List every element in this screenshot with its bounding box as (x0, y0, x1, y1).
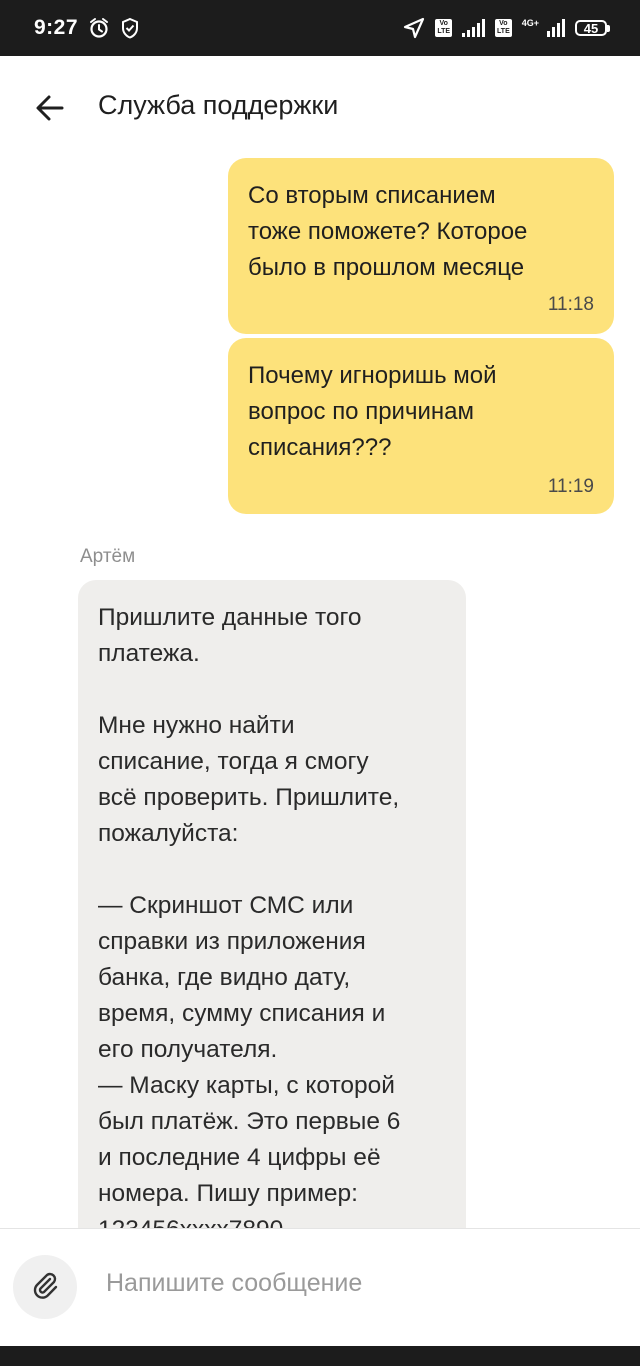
message-text: Почему игноришь мой вопрос по причинам с… (248, 362, 497, 461)
attach-button[interactable] (13, 1255, 77, 1319)
network-type: 4G+ (521, 17, 539, 28)
navigation-bar (0, 1346, 640, 1366)
incoming-message[interactable]: Пришлите данные того платежа. Мне нужно … (78, 580, 466, 1280)
message-input[interactable]: Напишите сообщение (106, 1269, 362, 1298)
signal-icon-1 (462, 19, 486, 37)
message-text: Со вторым списанием тоже поможете? Котор… (248, 182, 528, 281)
shield-icon (120, 17, 140, 39)
status-time: 9:27 (34, 16, 79, 39)
location-icon (403, 17, 425, 39)
status-bar-right: Vo LTE Vo LTE 4G+ 45 (403, 17, 610, 39)
battery-icon: 45 (575, 20, 610, 36)
page-title: Служба поддержки (98, 90, 339, 120)
message-time: 11:18 (547, 294, 594, 315)
status-bar-left: 9:27 (34, 16, 140, 40)
outgoing-message[interactable]: Почему игноришь мой вопрос по причинам с… (228, 338, 614, 514)
sender-name: Артём (80, 546, 136, 567)
volte-badge-1: Vo LTE (435, 19, 453, 37)
volte-badge-2: Vo LTE (495, 19, 512, 37)
app-header: Служба поддержки (0, 56, 640, 160)
status-bar: 9:27 Vo LTE Vo LTE 4G+ 45 (0, 0, 640, 56)
battery-level: 45 (575, 20, 607, 36)
paperclip-icon (29, 1269, 61, 1306)
signal-icon-2 (547, 19, 565, 37)
alarm-icon (88, 17, 110, 39)
message-text: Пришлите данные того платежа. Мне нужно … (98, 604, 401, 1243)
outgoing-message[interactable]: Со вторым списанием тоже поможете? Котор… (228, 158, 614, 334)
message-time: 11:19 (547, 476, 594, 497)
message-composer: Напишите сообщение (0, 1228, 640, 1347)
back-arrow-icon[interactable] (34, 92, 66, 124)
